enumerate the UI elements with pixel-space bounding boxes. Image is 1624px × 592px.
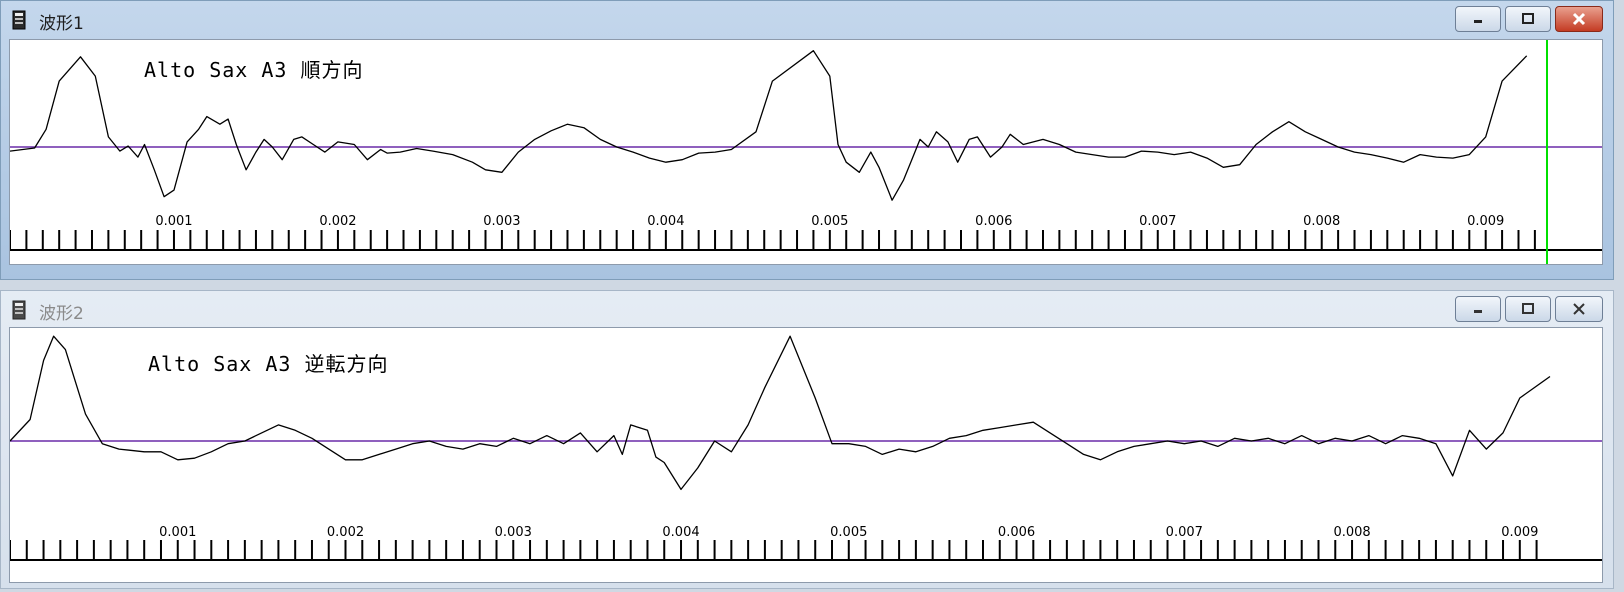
- tick-label: 0.004: [647, 214, 684, 229]
- tick-label: 0.005: [830, 525, 867, 540]
- tick-label: 0.003: [483, 214, 520, 229]
- maximize-button[interactable]: [1505, 296, 1551, 322]
- window-title: 波形1: [39, 14, 84, 34]
- maximize-icon: [1522, 13, 1534, 24]
- tick-label: 0.001: [155, 214, 192, 229]
- tick-label: 0.009: [1467, 214, 1504, 229]
- tick-label: 0.006: [998, 525, 1035, 540]
- minimize-icon: [1474, 310, 1482, 313]
- minimize-icon: [1474, 20, 1482, 23]
- tick-label: 0.003: [495, 525, 532, 540]
- tick-label: 0.008: [1303, 214, 1340, 229]
- close-button[interactable]: [1555, 6, 1603, 32]
- tick-label: 0.004: [662, 525, 699, 540]
- title-bar[interactable]: 波形2: [1, 291, 1613, 327]
- tick-label: 0.005: [811, 214, 848, 229]
- app-icon: [12, 10, 26, 30]
- minimize-button[interactable]: [1455, 296, 1501, 322]
- app-icon: [12, 300, 26, 320]
- waveform-canvas[interactable]: Alto Sax A3 逆転方向 0.001 0.002 0.003 0.004 0.0…: [9, 327, 1603, 583]
- tick-label: 0.002: [319, 214, 356, 229]
- maximize-icon: [1522, 303, 1534, 314]
- waveform-plot: 0.001 0.002 0.003 0.004 0.005 0.006 0.007 0.008…: [10, 335, 1602, 561]
- tick-label: 0.007: [1139, 214, 1176, 229]
- tick-label: 0.009: [1501, 525, 1538, 540]
- waveform-line: [10, 50, 1528, 201]
- close-icon: [1573, 303, 1585, 315]
- maximize-button[interactable]: [1505, 6, 1551, 32]
- tick-label: 0.006: [975, 214, 1012, 229]
- close-icon: [1572, 12, 1586, 26]
- window-title: 波形2: [39, 304, 84, 324]
- minimize-button[interactable]: [1455, 6, 1501, 32]
- waveform-window-1[interactable]: 波形1 Alto Sax A3 順方向 0.001 0.002 0.003 0.004…: [0, 0, 1614, 280]
- tick-label: 0.002: [327, 525, 364, 540]
- waveform-canvas[interactable]: Alto Sax A3 順方向 0.001 0.002 0.003 0.004 0.00…: [9, 39, 1603, 265]
- title-bar[interactable]: 波形1: [1, 1, 1613, 37]
- tick-label: 0.008: [1333, 525, 1370, 540]
- tick-label: 0.001: [159, 525, 196, 540]
- waveform-window-2[interactable]: 波形2 Alto Sax A3 逆転方向 0.001 0.002 0.003 0.00…: [0, 290, 1614, 589]
- close-button[interactable]: [1555, 296, 1603, 322]
- waveform-plot: 0.001 0.002 0.003 0.004 0.005 0.006 0.007 0.008…: [10, 50, 1602, 251]
- cursor-marker: [1546, 40, 1548, 264]
- waveform-line: [10, 335, 1551, 491]
- tick-label: 0.007: [1166, 525, 1203, 540]
